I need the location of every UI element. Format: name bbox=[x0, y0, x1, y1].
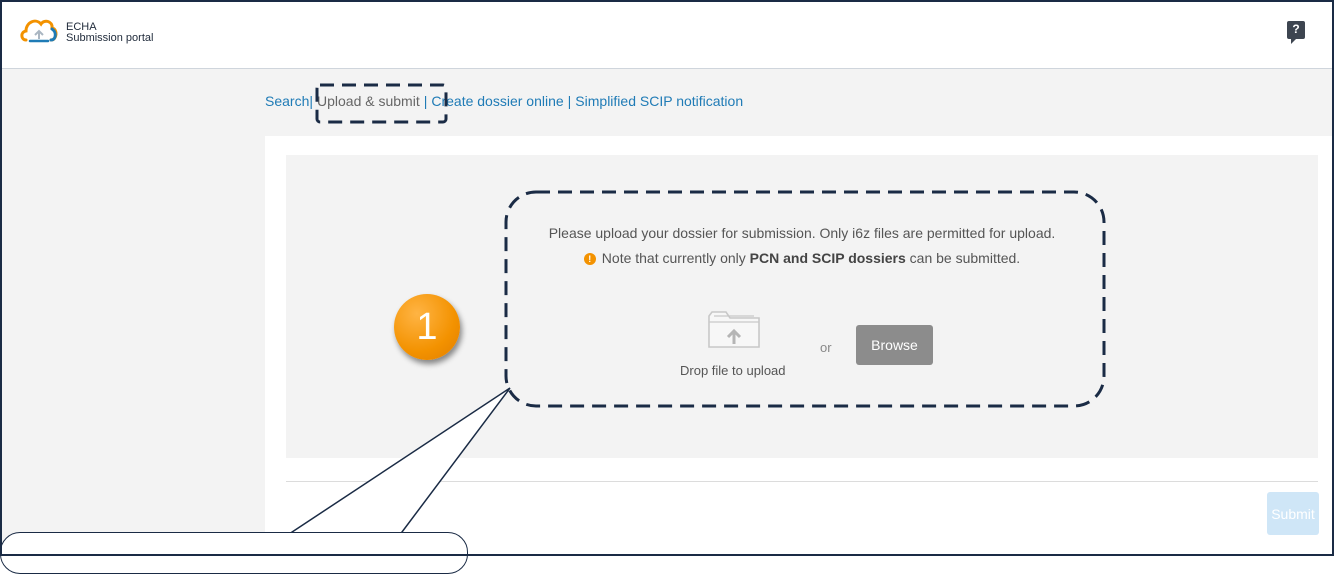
screenshot-frame bbox=[0, 0, 1334, 556]
